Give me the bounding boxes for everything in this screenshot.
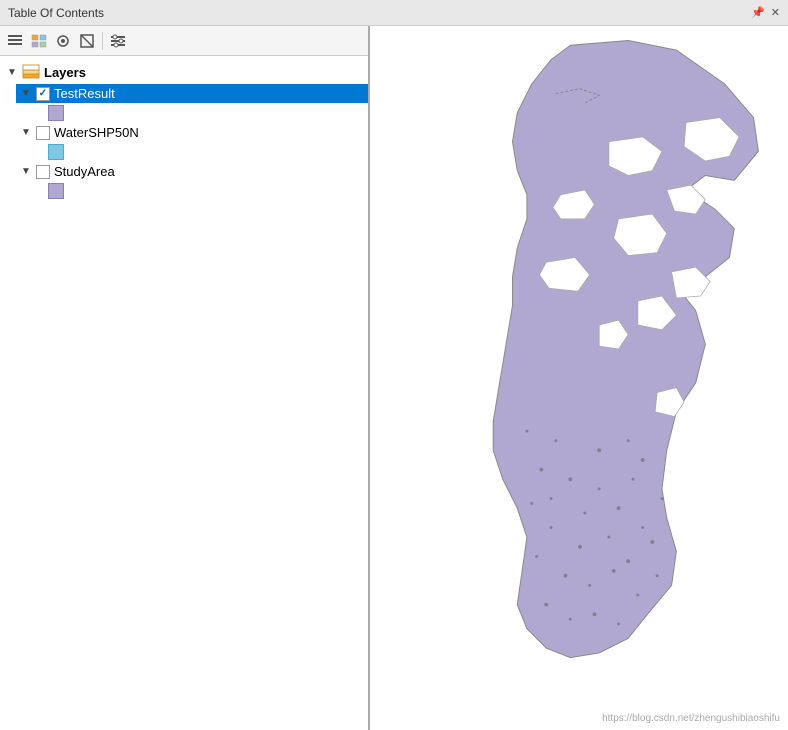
root-text: Layers <box>44 65 86 80</box>
title-bar-icons: 📌 ✕ <box>751 6 780 19</box>
title-bar: Table Of Contents 📌 ✕ <box>0 0 788 26</box>
layer-group: ▼ TestResult ▼ WaterSHP50N <box>0 84 368 199</box>
studyarea-label: StudyArea <box>54 164 115 179</box>
layer-item-studyarea: ▼ StudyArea <box>16 162 368 199</box>
toc-tree: ▼ Layers ▼ <box>0 56 368 730</box>
toolbar-separator <box>102 32 103 50</box>
close-icon[interactable]: ✕ <box>771 6 780 19</box>
testresult-symbol <box>48 105 368 121</box>
toc-toolbar <box>0 26 368 56</box>
title-bar-left: Table Of Contents <box>8 6 104 20</box>
watershp50n-symbol-box <box>48 144 64 160</box>
map-svg <box>370 26 788 730</box>
pin-icon[interactable]: 📌 <box>751 6 765 19</box>
root-label-row: ▼ Layers <box>0 62 368 82</box>
layer-row-studyarea[interactable]: ▼ StudyArea <box>16 162 368 181</box>
main-layout: ▼ Layers ▼ <box>0 26 788 730</box>
layer-item-testresult: ▼ TestResult <box>16 84 368 121</box>
testresult-symbol-box <box>48 105 64 121</box>
title-text: Table Of Contents <box>8 6 104 20</box>
watershp50n-expand-btn[interactable]: ▼ <box>20 127 32 139</box>
watermark: https://blog.csdn.net/zhengushibiaoshifu <box>602 713 780 724</box>
testresult-expand-btn[interactable]: ▼ <box>20 88 32 100</box>
layer-item-watershp50n: ▼ WaterSHP50N <box>16 123 368 160</box>
studyarea-symbol <box>48 183 368 199</box>
options-button[interactable] <box>107 30 129 52</box>
root-expand-button[interactable]: ▼ <box>6 66 18 78</box>
testresult-checkbox[interactable] <box>36 87 50 101</box>
layer-row-testresult[interactable]: ▼ TestResult <box>16 84 368 103</box>
source-view-button[interactable] <box>52 30 74 52</box>
list-view-button[interactable] <box>4 30 26 52</box>
watershp50n-symbol <box>48 144 368 160</box>
map-area[interactable]: https://blog.csdn.net/zhengushibiaoshifu <box>370 26 788 730</box>
studyarea-checkbox[interactable] <box>36 165 50 179</box>
layers-icon <box>22 64 40 80</box>
layer-view-button[interactable] <box>28 30 50 52</box>
watershp50n-checkbox[interactable] <box>36 126 50 140</box>
testresult-label: TestResult <box>54 86 115 101</box>
watershp50n-label: WaterSHP50N <box>54 125 139 140</box>
visibility-view-button[interactable] <box>76 30 98 52</box>
layer-row-watershp50n[interactable]: ▼ WaterSHP50N <box>16 123 368 142</box>
toc-panel: ▼ Layers ▼ <box>0 26 370 730</box>
studyarea-expand-btn[interactable]: ▼ <box>20 166 32 178</box>
studyarea-symbol-box <box>48 183 64 199</box>
layers-root: ▼ Layers ▼ <box>0 60 368 203</box>
